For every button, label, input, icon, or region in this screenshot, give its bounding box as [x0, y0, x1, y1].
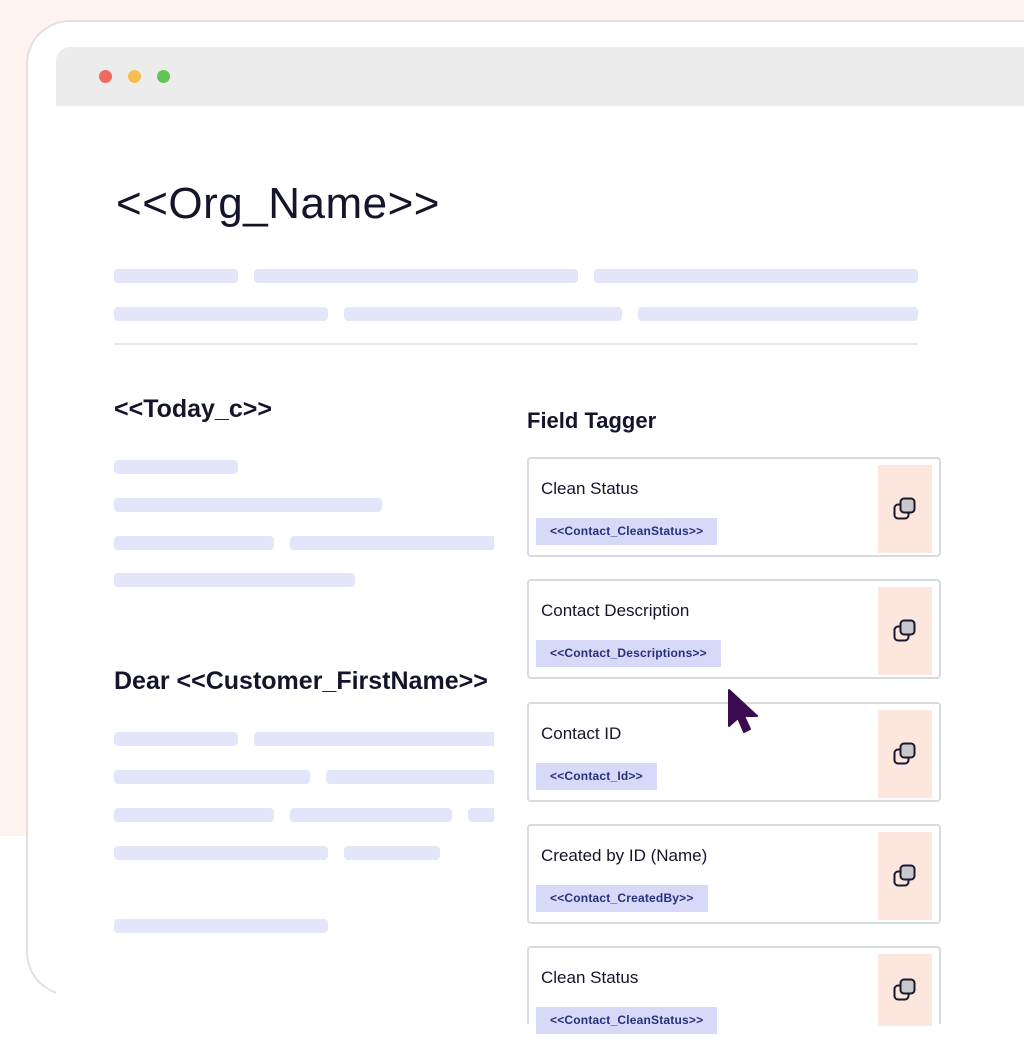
field-card: Clean Status <<Contact_CleanStatus>>: [527, 946, 941, 1034]
placeholder-line: [114, 919, 328, 933]
field-label: Clean Status: [541, 968, 639, 987]
copy-tag-button[interactable]: [878, 710, 932, 798]
field-label: Created by ID (Name): [541, 846, 708, 865]
field-label: Contact ID: [541, 724, 622, 743]
mouse-pointer-icon: [728, 689, 758, 733]
close-window-button[interactable]: [99, 70, 112, 83]
placeholder-line: [114, 460, 238, 474]
placeholder-line: [114, 732, 238, 746]
field-label: Contact Description: [541, 601, 690, 620]
header-divider: [114, 343, 918, 345]
copy-icon: [893, 619, 916, 642]
placeholder-line: [114, 269, 238, 283]
placeholder-line: [326, 770, 500, 784]
field-merge-tag[interactable]: <<Contact_Id>>: [536, 763, 657, 790]
document-title: <<Org_Name>>: [116, 179, 440, 228]
date-merge-tag: <<Today_c>>: [114, 395, 272, 423]
greeting-line: Dear <<Customer_FirstName>>: [114, 667, 488, 695]
placeholder-line: [290, 808, 452, 822]
copy-tag-button[interactable]: [878, 832, 932, 920]
field-label: Clean Status: [541, 479, 639, 498]
copy-tag-button[interactable]: [878, 954, 932, 1026]
placeholder-line: [114, 536, 274, 550]
placeholder-line: [344, 307, 622, 321]
placeholder-line: [254, 269, 578, 283]
placeholder-line: [254, 732, 500, 746]
field-merge-tag[interactable]: <<Contact_CleanStatus>>: [536, 1007, 718, 1034]
copy-icon: [893, 497, 916, 520]
placeholder-line: [114, 808, 274, 822]
copy-icon: [893, 978, 916, 1001]
placeholder-line: [114, 770, 310, 784]
field-merge-tag[interactable]: <<Contact_Descriptions>>: [536, 640, 721, 667]
placeholder-line: [344, 846, 440, 860]
field-card: Clean Status <<Contact_CleanStatus>>: [527, 457, 941, 557]
copy-tag-button[interactable]: [878, 465, 932, 553]
window-titlebar: [56, 47, 1024, 106]
copy-tag-button[interactable]: [878, 587, 932, 675]
placeholder-line: [594, 269, 918, 283]
field-card: Contact Description <<Contact_Descriptio…: [527, 579, 941, 679]
placeholder-line: [114, 307, 328, 321]
placeholder-line: [114, 846, 328, 860]
copy-icon: [893, 864, 916, 887]
field-merge-tag[interactable]: <<Contact_CreatedBy>>: [536, 885, 708, 912]
copy-icon: [893, 742, 916, 765]
placeholder-line: [114, 498, 382, 512]
field-merge-tag[interactable]: <<Contact_CleanStatus>>: [536, 518, 718, 545]
placeholder-line: [114, 573, 355, 587]
minimize-window-button[interactable]: [128, 70, 141, 83]
placeholder-line: [638, 307, 918, 321]
field-card: Created by ID (Name) <<Contact_CreatedBy…: [527, 824, 941, 924]
placeholder-line: [290, 536, 500, 550]
maximize-window-button[interactable]: [157, 70, 170, 83]
field-tagger-title: Field Tagger: [527, 408, 657, 433]
